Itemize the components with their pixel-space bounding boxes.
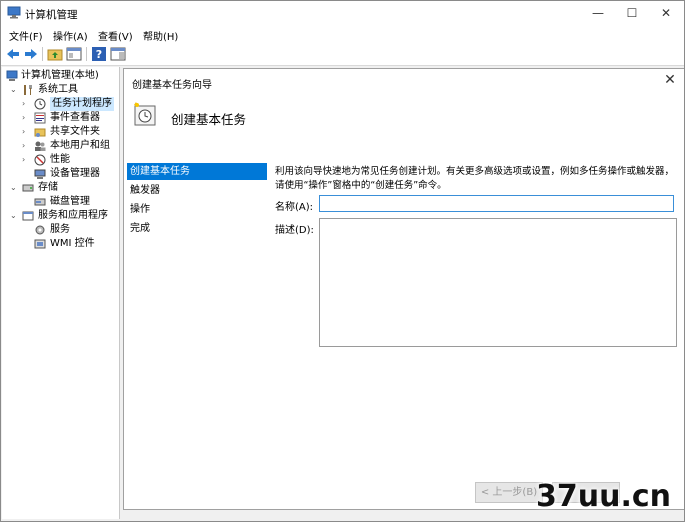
console-tree-icon[interactable]	[66, 46, 82, 62]
create-basic-task-wizard: 创建基本任务向导 ✕ 创建基本任务 创建基本任务 触发器 操作 完成 利用该向导…	[123, 68, 684, 510]
name-label: 名称(A):	[275, 202, 314, 213]
toolbar-separator	[42, 47, 43, 61]
chevron-down-icon[interactable]: ⌄	[10, 83, 20, 97]
menu-help[interactable]: 帮助(H)	[143, 28, 178, 43]
step-finish[interactable]: 完成	[127, 220, 267, 237]
forward-arrow-icon[interactable]	[23, 46, 39, 62]
close-button[interactable]: ✕	[649, 1, 683, 25]
chevron-down-icon[interactable]: ⌄	[10, 209, 20, 223]
chevron-right-icon[interactable]: ›	[22, 139, 32, 153]
maximize-button[interactable]: ☐	[615, 1, 649, 25]
window-title: 计算机管理	[25, 9, 78, 21]
step-trigger[interactable]: 触发器	[127, 182, 267, 199]
step-create-basic-task[interactable]: 创建基本任务	[127, 163, 267, 180]
disk-icon	[34, 198, 46, 206]
back-button[interactable]: < 上一步(B)	[475, 482, 543, 503]
menu-action[interactable]: 操作(A)	[53, 28, 88, 43]
toolbar: ?	[1, 43, 684, 66]
intro-text: 利用该向导快速地为常见任务创建计划。有关更多高级选项或设置，例如多任务操作或触发…	[275, 166, 675, 191]
gear-icon	[35, 225, 45, 235]
tree-label: 服务和应用程序	[38, 210, 108, 221]
svg-text:?: ?	[96, 48, 102, 61]
tree-label: 存储	[38, 182, 58, 193]
computer-management-window: 计算机管理 — ☐ ✕ 文件(F) 操作(A) 查看(V) 帮助(H) ? 计算…	[0, 0, 685, 522]
performance-icon	[34, 154, 46, 166]
toolbar-separator	[86, 47, 87, 61]
tools-icon	[24, 85, 32, 95]
wizard-header-title: 创建基本任务	[171, 112, 247, 127]
tree-label: 任务计划程序	[50, 97, 114, 111]
wizard-steps: 创建基本任务 触发器 操作 完成	[127, 163, 267, 493]
tree-label: WMI 控件	[50, 238, 95, 249]
name-input[interactable]	[319, 195, 674, 212]
tree-label: 设备管理器	[50, 168, 100, 179]
services-apps-icon	[22, 211, 34, 221]
chevron-down-icon[interactable]: ⌄	[10, 181, 20, 195]
chevron-right-icon[interactable]: ›	[22, 97, 32, 111]
description-input[interactable]	[319, 218, 677, 347]
tree-label: 事件查看器	[50, 112, 100, 123]
computer-icon	[6, 70, 18, 81]
title-bar: 计算机管理 — ☐ ✕	[1, 1, 684, 25]
shared-folder-icon	[34, 128, 46, 137]
chevron-right-icon[interactable]: ›	[22, 153, 32, 167]
wmi-icon	[34, 239, 46, 249]
tree-label: 性能	[50, 154, 70, 165]
storage-icon	[22, 184, 34, 192]
menu-bar: 文件(F) 操作(A) 查看(V) 帮助(H)	[1, 25, 684, 43]
tree-label: 计算机管理(本地)	[21, 70, 99, 81]
event-viewer-icon	[34, 112, 46, 124]
chevron-right-icon[interactable]: ›	[22, 111, 32, 125]
computer-management-icon	[7, 6, 21, 19]
chevron-right-icon[interactable]: ›	[22, 125, 32, 139]
tree-label: 磁盘管理	[50, 196, 90, 207]
tree-label: 服务	[50, 224, 70, 235]
up-folder-icon[interactable]	[47, 46, 63, 62]
step-action[interactable]: 操作	[127, 201, 267, 218]
help-icon[interactable]: ?	[91, 46, 107, 62]
minimize-button[interactable]: —	[581, 1, 615, 25]
description-label: 描述(D):	[275, 225, 314, 236]
wizard-content: 利用该向导快速地为常见任务创建计划。有关更多高级选项或设置，例如多任务操作或触发…	[270, 163, 680, 493]
tree-label: 系统工具	[38, 84, 78, 95]
back-arrow-icon[interactable]	[5, 46, 21, 62]
action-pane-icon[interactable]	[110, 46, 126, 62]
task-wizard-icon	[134, 102, 156, 126]
dialog-close-icon[interactable]: ✕	[662, 72, 678, 88]
dialog-title: 创建基本任务向导	[132, 80, 212, 91]
tree-label: 本地用户和组	[50, 140, 110, 151]
tree-label: 共享文件夹	[50, 126, 100, 137]
console-tree: 计算机管理(本地) ⌄ 系统工具 › 任务计划程序 › 事件查看器 › 共享文件…	[2, 67, 120, 519]
clock-icon	[34, 98, 46, 110]
watermark-text: 37uu.cn	[536, 479, 671, 514]
menu-view[interactable]: 查看(V)	[98, 28, 133, 43]
device-manager-icon	[34, 169, 46, 179]
menu-file[interactable]: 文件(F)	[9, 28, 43, 43]
users-icon	[35, 141, 46, 151]
